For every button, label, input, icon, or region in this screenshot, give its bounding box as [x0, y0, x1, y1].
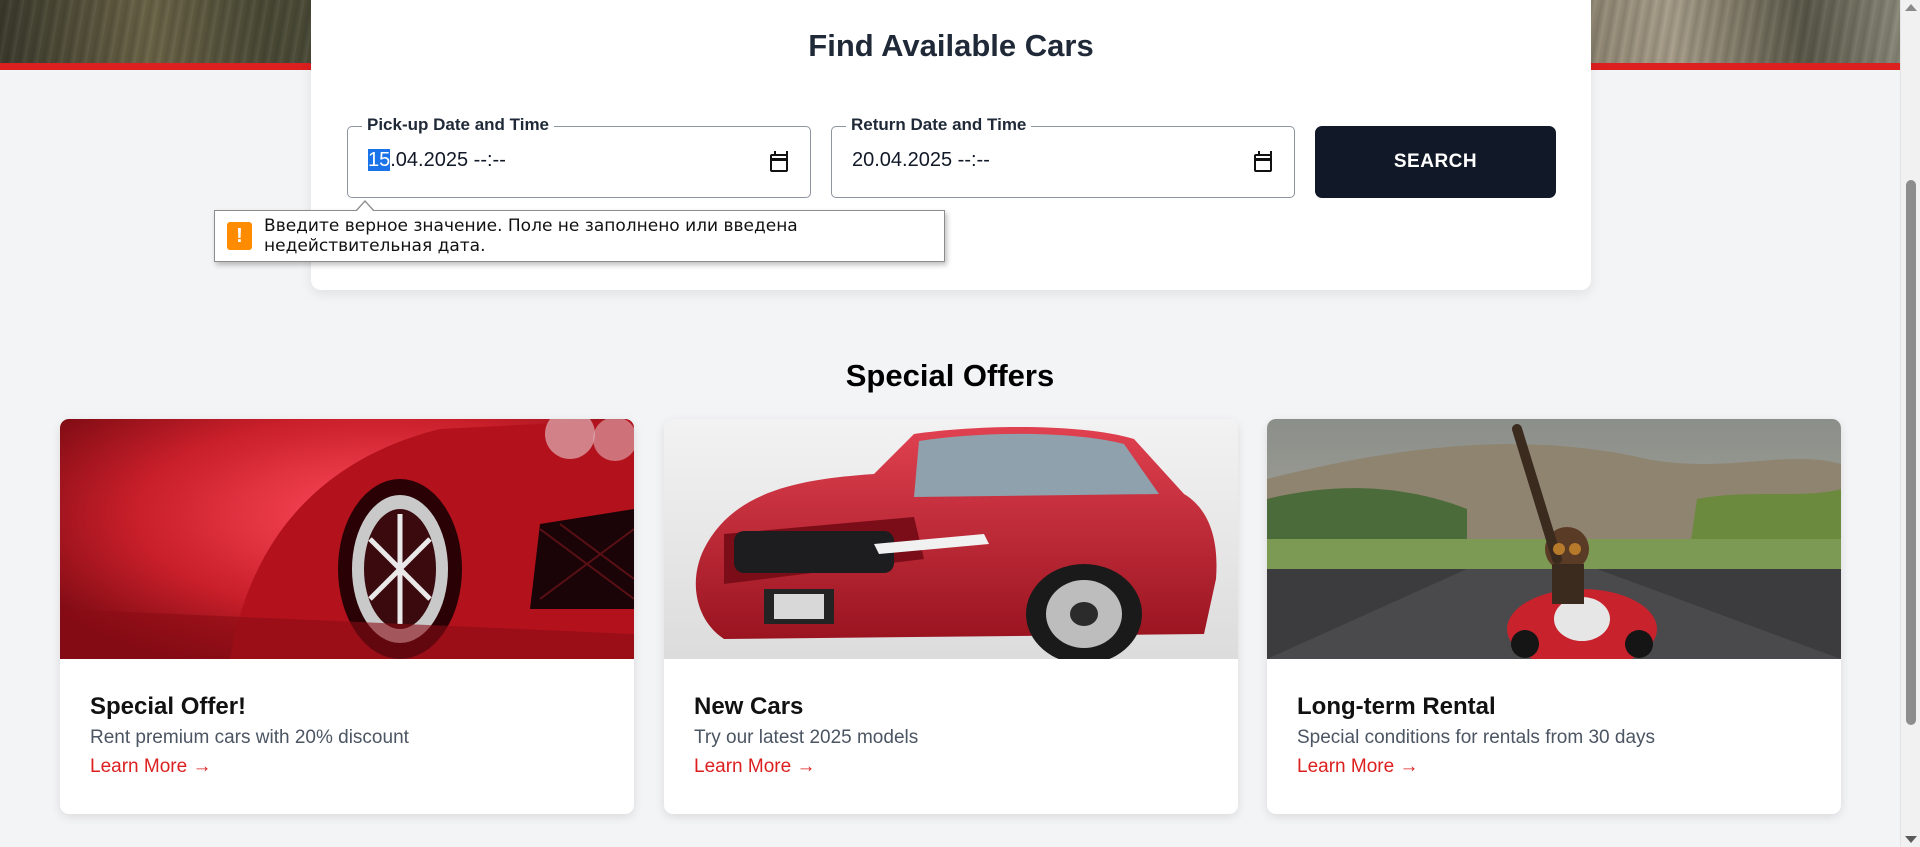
offer-image-new-sedan: [664, 419, 1238, 659]
page-scrollbar[interactable]: [1900, 0, 1920, 847]
warning-icon: !: [227, 222, 253, 250]
return-label: Return Date and Time: [846, 115, 1032, 135]
return-datetime-value[interactable]: 20.04.2025 --:--: [852, 149, 990, 172]
return-datetime-field[interactable]: Return Date and Time 20.04.2025 --:--: [831, 115, 1295, 198]
offer-image-kid-in-toy-car: [1267, 419, 1841, 659]
offers-section-title: Special Offers: [845, 358, 1055, 393]
offer-title: Special Offer!: [90, 693, 247, 720]
offer-card: Long-term Rental Special conditions for …: [1267, 419, 1841, 814]
learn-more-link[interactable]: Learn More →: [694, 756, 815, 778]
pickup-label: Pick-up Date and Time: [362, 115, 555, 135]
offer-image-red-sports-car: [60, 419, 634, 659]
learn-more-link[interactable]: Learn More →: [1297, 756, 1418, 778]
scroll-up-arrow-icon[interactable]: [1905, 4, 1917, 11]
validation-message: Введите верное значение. Поле не заполне…: [264, 216, 798, 256]
search-button[interactable]: SEARCH: [1315, 126, 1556, 198]
scroll-down-arrow-icon[interactable]: [1905, 836, 1917, 843]
offer-description: Special conditions for rentals from 30 d…: [1297, 727, 1656, 748]
pickup-rest-segment[interactable]: .04.2025 --:--: [390, 149, 506, 171]
validation-tooltip: ! Введите верное значение. Поле не запол…: [214, 200, 945, 262]
offer-title: New Cars: [694, 693, 804, 720]
search-title: Find Available Cars: [808, 28, 1094, 63]
offer-description: Try our latest 2025 models: [694, 727, 919, 748]
pickup-datetime-value[interactable]: 15.04.2025 --:--: [368, 149, 506, 172]
learn-more-link[interactable]: Learn More →: [90, 756, 211, 778]
offer-title: Long-term Rental: [1297, 693, 1496, 720]
offer-description: Rent premium cars with 20% discount: [90, 727, 409, 748]
calendar-icon[interactable]: [1254, 151, 1272, 172]
calendar-icon[interactable]: [770, 151, 788, 172]
pickup-day-segment[interactable]: 15: [368, 149, 391, 171]
offer-card: New Cars Try our latest 2025 models Lear…: [664, 419, 1238, 814]
pickup-datetime-field[interactable]: Pick-up Date and Time 15.04.2025 --:--: [347, 115, 811, 198]
offer-card: Special Offer! Rent premium cars with 20…: [60, 419, 634, 814]
scrollbar-thumb[interactable]: [1906, 180, 1916, 725]
